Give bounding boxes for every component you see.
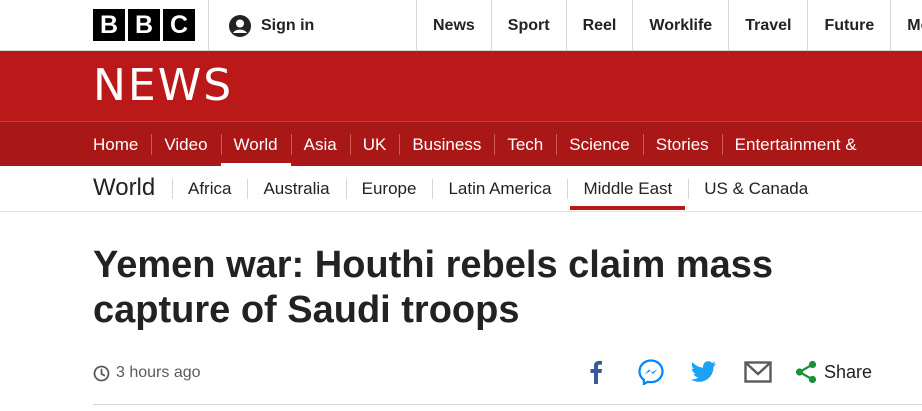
facebook-icon[interactable] xyxy=(580,356,612,388)
global-nav-news[interactable]: News xyxy=(416,0,491,51)
article-meta: 3 hours ago xyxy=(93,361,201,385)
global-nav-sport[interactable]: Sport xyxy=(490,0,566,51)
article-timestamp: 3 hours ago xyxy=(116,364,201,381)
bbc-logo-letter: B xyxy=(93,9,125,41)
sign-in-label: Sign in xyxy=(261,16,315,34)
global-nav-future[interactable]: Future xyxy=(807,0,890,51)
section-nav: Home Video World Asia UK Business Tech S… xyxy=(0,121,922,167)
world-subnav: World Africa Australia Europe Latin Amer… xyxy=(0,166,922,212)
global-nav-reel[interactable]: Reel xyxy=(565,0,633,51)
subnav-australia[interactable]: Australia xyxy=(247,166,345,212)
section-nav-science[interactable]: Science xyxy=(556,122,642,167)
share-icon xyxy=(794,356,818,388)
subnav-latin-america[interactable]: Latin America xyxy=(432,166,567,212)
messenger-icon[interactable] xyxy=(635,356,667,388)
news-logo[interactable]: NEWS xyxy=(93,61,233,111)
share-button[interactable]: Share xyxy=(794,356,872,388)
subnav-us-canada[interactable]: US & Canada xyxy=(688,166,824,212)
global-nav: News Sport Reel Worklife Travel Future M… xyxy=(416,0,922,51)
section-nav-asia[interactable]: Asia xyxy=(290,122,350,167)
section-nav-stories[interactable]: Stories xyxy=(642,122,722,167)
article-headline: Yemen war: Houthi rebels claim mass capt… xyxy=(93,244,774,331)
bbc-logo-letter: B xyxy=(128,9,160,41)
subnav-europe[interactable]: Europe xyxy=(345,166,433,212)
user-icon xyxy=(229,14,251,37)
bbc-logo[interactable]: B B C xyxy=(93,9,195,41)
global-nav-worklife[interactable]: Worklife xyxy=(632,0,728,51)
section-nav-tech[interactable]: Tech xyxy=(494,122,556,167)
twitter-icon[interactable] xyxy=(688,356,720,388)
subnav-africa[interactable]: Africa xyxy=(172,166,247,212)
share-label: Share xyxy=(824,361,873,382)
global-header: B B C Sign in News Sport Reel Worklife T… xyxy=(0,0,922,51)
section-nav-video[interactable]: Video xyxy=(151,122,220,167)
section-nav-business[interactable]: Business xyxy=(399,122,494,167)
sign-in-button[interactable]: Sign in xyxy=(229,0,314,51)
header-divider xyxy=(208,0,209,51)
share-tools: Share xyxy=(580,356,872,388)
subnav-title[interactable]: World xyxy=(93,174,155,202)
subnav-middle-east[interactable]: Middle East xyxy=(567,166,688,212)
global-nav-more[interactable]: Mo xyxy=(890,0,922,51)
email-icon[interactable] xyxy=(742,356,774,388)
section-nav-entertainment[interactable]: Entertainment & xyxy=(721,122,870,167)
clock-icon xyxy=(93,365,110,382)
section-nav-home[interactable]: Home xyxy=(80,122,151,167)
section-nav-world[interactable]: World xyxy=(220,122,291,167)
section-nav-uk[interactable]: UK xyxy=(349,122,400,167)
global-nav-travel[interactable]: Travel xyxy=(728,0,807,51)
divider xyxy=(93,404,922,405)
bbc-logo-letter: C xyxy=(163,9,195,41)
